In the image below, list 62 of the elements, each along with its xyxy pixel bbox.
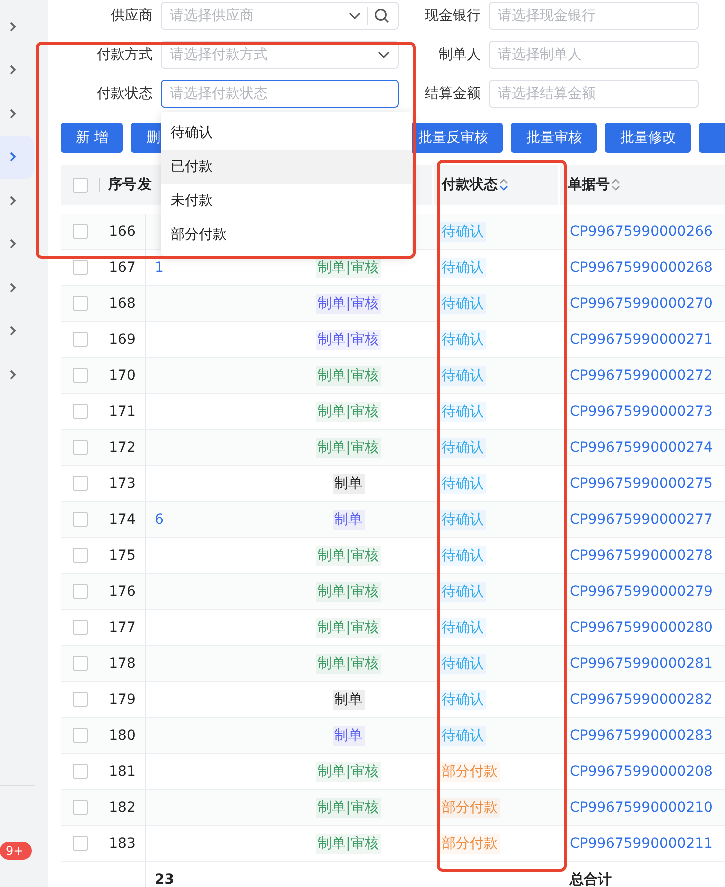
table-cell: 177 [109, 620, 136, 636]
status-tag: 待确认 [440, 438, 486, 458]
table-cell: 176 [109, 584, 136, 600]
audit-tag: 制单 [332, 474, 364, 494]
status-tag: 待确认 [440, 474, 486, 494]
status-tag: 待确认 [440, 294, 486, 314]
audit-tag: 制单 [332, 510, 364, 530]
table-cell: 169 [109, 332, 136, 348]
audit-tag: 制单|审核 [316, 834, 381, 854]
status-tag: 待确认 [440, 366, 486, 386]
table-cell: 171 [109, 404, 136, 420]
filter-label: 制单人 [438, 46, 481, 64]
filter-label: 结算金额 [424, 85, 481, 103]
status-tag: 待确认 [440, 582, 486, 602]
table-cell: 173 [109, 476, 136, 492]
table-cell: 168 [109, 296, 136, 312]
total-label: 总合计 [570, 871, 612, 887]
status-tag: 待确认 [440, 654, 486, 674]
audit-tag: 制单|审核 [316, 438, 381, 458]
status-tag: 待确认 [440, 510, 486, 530]
audit-tag: 制单|审核 [316, 330, 381, 350]
audit-tag: 制单|审核 [316, 366, 381, 386]
table-cell: 167 [109, 260, 136, 276]
audit-tag: 制单|审核 [316, 618, 381, 638]
status-tag: 待确认 [440, 222, 486, 242]
audit-tag: 制单 [332, 726, 364, 746]
table-cell: 183 [109, 836, 136, 852]
table-cell: 175 [109, 548, 136, 564]
filter-label: 付款状态 [96, 85, 153, 103]
status-tag: 待确认 [440, 402, 486, 422]
audit-tag: 制单|审核 [316, 546, 381, 566]
table-cell: 172 [109, 440, 136, 456]
count-badge: 9+ [0, 842, 32, 860]
status-tag: 待确认 [440, 690, 486, 710]
status-tag: 待确认 [440, 258, 486, 278]
audit-tag: 制单|审核 [316, 798, 381, 818]
status-tag: 待确认 [440, 726, 486, 746]
audit-tag: 制单|审核 [316, 582, 381, 602]
status-tag: 待确认 [440, 546, 486, 566]
audit-tag: 制单|审核 [316, 654, 381, 674]
audit-tag: 制单|审核 [316, 294, 381, 314]
table-cell: 174 [109, 512, 136, 528]
table-cell: 180 [109, 728, 136, 744]
audit-tag: 制单 [332, 690, 364, 710]
status-tag: 待确认 [440, 330, 486, 350]
status-tag: 待确认 [440, 618, 486, 638]
filter-label: 付款方式 [96, 46, 153, 64]
table-cell: 182 [109, 800, 136, 816]
filter-label: 现金银行 [424, 7, 481, 25]
table-cell: 170 [109, 368, 136, 384]
status-tag: 部分付款 [440, 762, 500, 782]
audit-tag: 制单|审核 [316, 402, 381, 422]
status-tag: 部分付款 [440, 798, 500, 818]
table-cell: 178 [109, 656, 136, 672]
table-cell: 181 [109, 764, 136, 780]
count-text: 23 [155, 872, 174, 887]
audit-tag: 制单|审核 [316, 258, 381, 278]
table-cell: 179 [109, 692, 136, 708]
filter-label: 供应商 [110, 7, 153, 25]
status-tag: 部分付款 [440, 834, 500, 854]
table-cell: 166 [109, 224, 136, 240]
audit-tag: 制单|审核 [316, 762, 381, 782]
